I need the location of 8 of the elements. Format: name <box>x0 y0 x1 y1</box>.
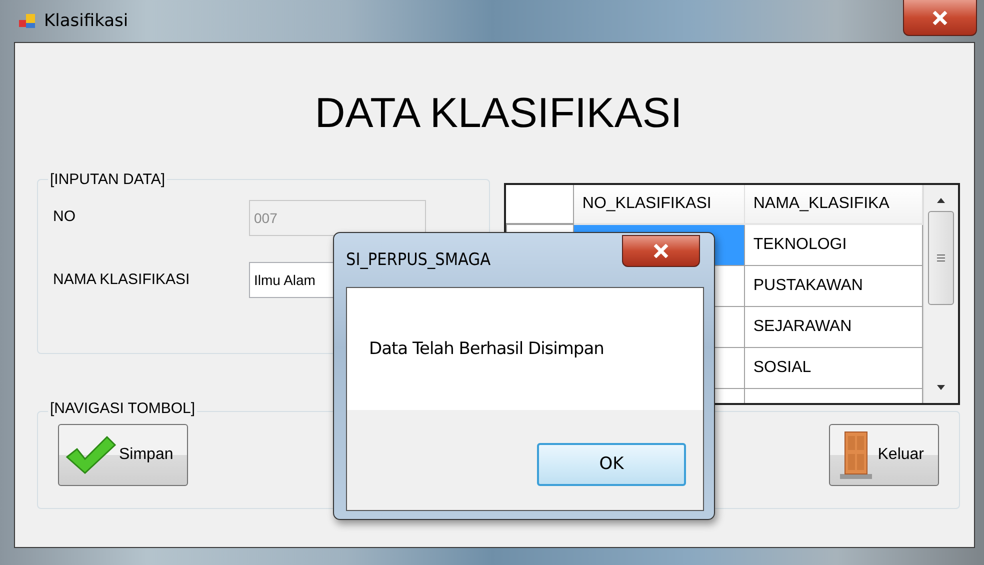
field-label: NAMA KLASIFIKASI <box>53 270 191 288</box>
dialog-message: Data Telah Berhasil Disimpan <box>369 339 604 359</box>
dialog-title: SI_PERPUS_SMAGA <box>346 250 491 270</box>
window-title: Klasifikasi <box>44 11 128 31</box>
group-title: [INPUTAN DATA] <box>49 171 166 188</box>
group-title: [NAVIGASI TOMBOL] <box>48 400 198 417</box>
page-heading: DATA KLASIFIKASI <box>314 89 684 138</box>
field-label: NO <box>53 208 76 224</box>
